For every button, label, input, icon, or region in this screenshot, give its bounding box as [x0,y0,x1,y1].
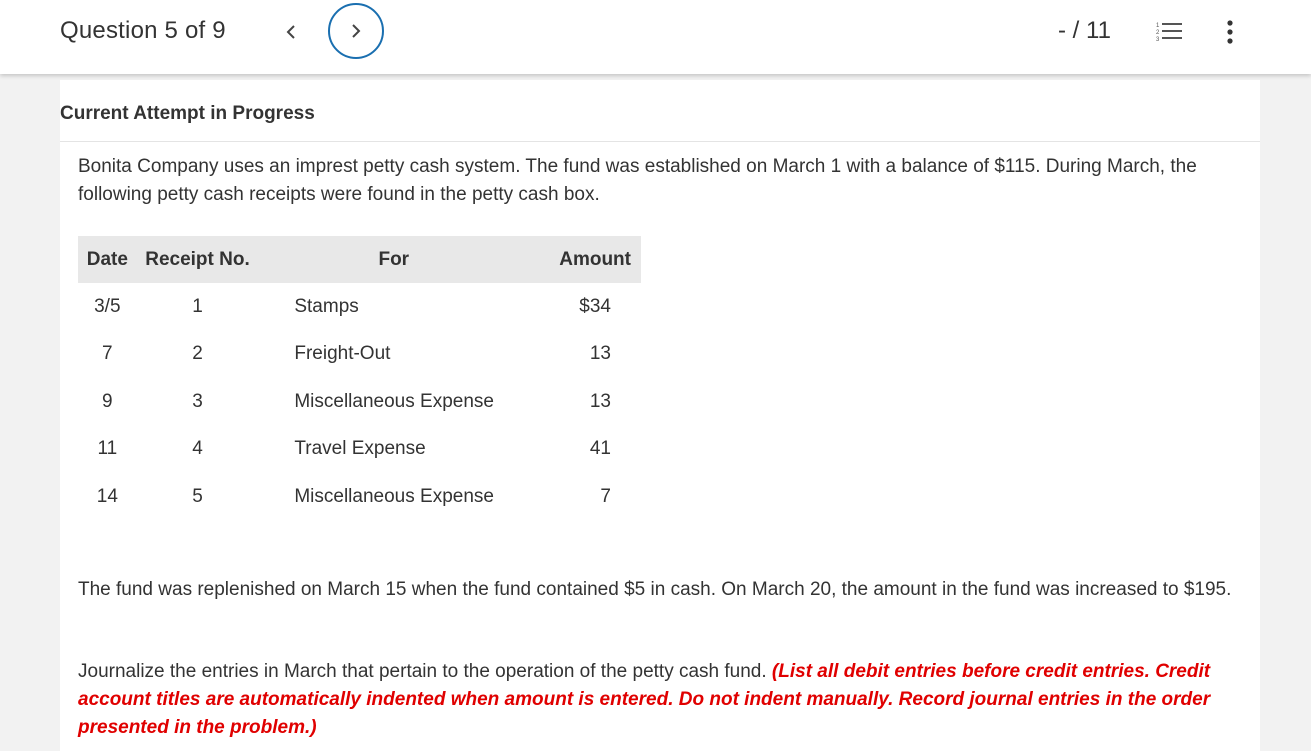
column-header-for: For [258,236,530,283]
cell-date: 11 [97,438,118,460]
column-header-amount: Amount [529,236,641,283]
divider [60,141,1260,142]
replenishment-text: The fund was replenished on March 15 whe… [78,579,1232,600]
cell-for: Miscellaneous Expense [294,485,494,507]
column-header-receipt: Receipt No. [136,236,259,283]
cell-receipt: 1 [192,295,203,317]
cell-date: 14 [96,485,118,507]
question-list-button[interactable]: 1 2 3 [1156,20,1184,44]
top-bar: Question 5 of 9 - / 11 1 2 3 [0,0,1311,74]
svg-text:3: 3 [1156,37,1160,43]
cell-amount: 41 [589,438,611,460]
question-counter: Question 5 of 9 [60,17,226,44]
chevron-left-icon [286,25,295,39]
cell-amount: 7 [600,485,611,507]
column-header-date: Date [78,236,137,283]
table-header-row: Date Receipt No. For Amount [78,236,641,283]
cell-receipt: 4 [192,438,203,460]
table-row: 9 3 Miscellaneous Expense 13 [78,378,641,426]
problem-intro: Bonita Company uses an imprest petty cas… [78,156,1197,205]
score-display: - / 11 [1058,17,1111,44]
table-row: 7 2 Freight-Out 13 [78,331,641,379]
cell-amount: 13 [589,390,611,412]
table-row: 11 4 Travel Expense 41 [78,426,641,474]
attempt-status-heading: Current Attempt in Progress [60,103,315,124]
cell-date: 3/5 [94,295,121,317]
table-row: 14 5 Miscellaneous Expense 7 [78,473,641,521]
cell-for: Travel Expense [294,438,426,460]
svg-text:1: 1 [1156,23,1160,29]
cell-receipt: 3 [192,390,203,412]
cell-for: Stamps [294,295,359,317]
cell-receipt: 5 [192,485,203,507]
journalize-text: Journalize the entries in March that per… [78,661,772,682]
question-content: Current Attempt in Progress Bonita Compa… [60,80,1260,751]
svg-text:2: 2 [1156,30,1160,36]
cell-receipt: 2 [192,343,203,365]
more-options-button[interactable] [1218,16,1242,48]
journalize-prompt: Journalize the entries in March that per… [78,658,1238,742]
cell-amount: $34 [579,295,611,317]
more-vertical-icon [1227,20,1233,44]
cell-date: 7 [102,343,113,365]
petty-cash-receipts-table: Date Receipt No. For Amount 3/5 1 Stamps… [78,236,641,521]
cell-for: Miscellaneous Expense [294,390,494,412]
previous-question-button[interactable] [277,18,305,46]
numbered-list-icon: 1 2 3 [1156,23,1182,43]
next-question-button[interactable] [328,3,384,59]
cell-amount: 13 [589,343,611,365]
cell-for: Freight-Out [294,343,391,365]
table-row: 3/5 1 Stamps $34 [78,283,641,331]
chevron-right-icon [352,24,361,38]
cell-date: 9 [102,390,113,412]
